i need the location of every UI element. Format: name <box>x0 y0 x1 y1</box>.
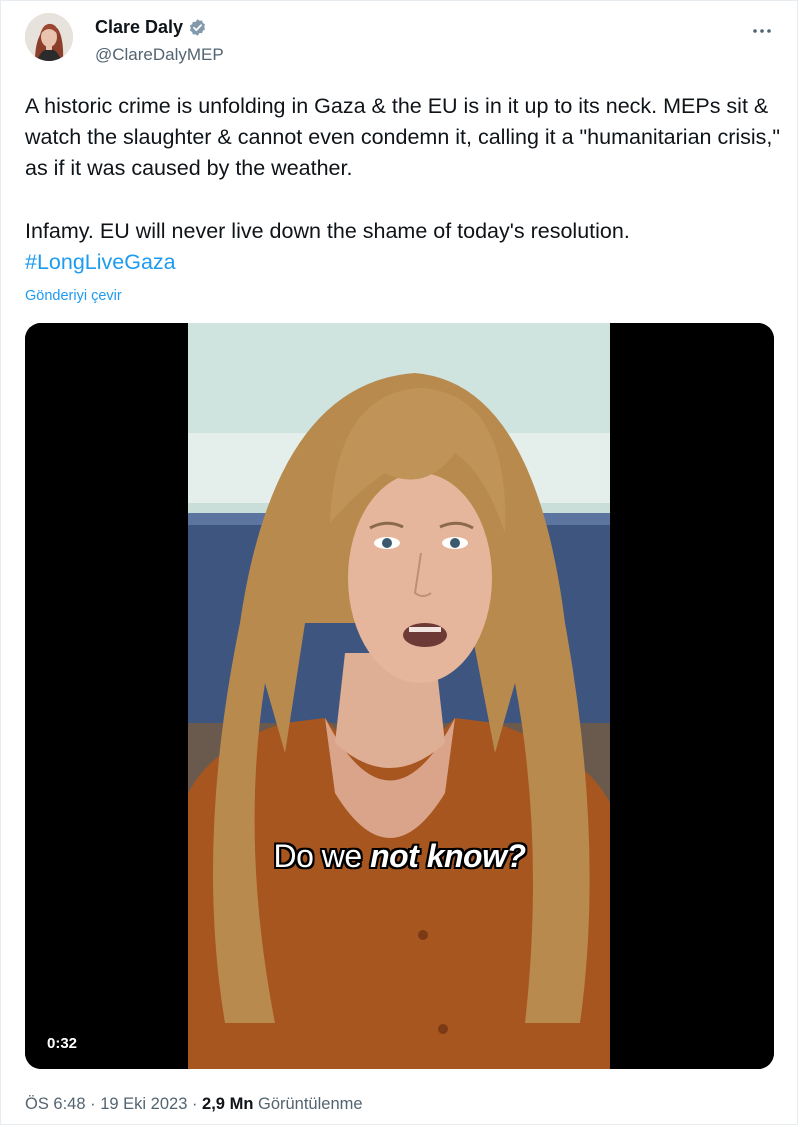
tweet-metadata: ÖS 6:48 · 19 Eki 2023 · 2,9 Mn Görüntüle… <box>25 1095 363 1114</box>
video-player[interactable]: Do we not know? 0:32 <box>25 323 774 1069</box>
meta-separator: · <box>85 1095 101 1113</box>
tweet-paragraph-1: A historic crime is unfolding in Gaza & … <box>25 94 781 180</box>
tweet-paragraph-2: Infamy. EU will never live down the sham… <box>25 219 630 243</box>
more-options-button[interactable] <box>747 15 777 45</box>
meta-separator: · <box>187 1095 203 1113</box>
avatar[interactable] <box>25 13 73 61</box>
author-display-name[interactable]: Clare Daly <box>95 17 183 38</box>
views-count: 2,9 Mn <box>202 1095 254 1113</box>
tweet-text: A historic crime is unfolding in Gaza & … <box>25 91 785 278</box>
verified-badge-icon <box>188 18 207 37</box>
subtitle-plain-text: Do we <box>273 838 371 874</box>
video-subtitle: Do we not know? <box>25 838 774 875</box>
author-handle[interactable]: @ClareDalyMEP <box>95 45 224 65</box>
video-duration-badge: 0:32 <box>39 1032 86 1055</box>
views-label: Görüntülenme <box>253 1095 363 1113</box>
tweet-date[interactable]: 19 Eki 2023 <box>100 1095 187 1113</box>
tweet-card: Clare Daly @ClareDalyMEP A historic crim… <box>0 0 798 1125</box>
ellipsis-icon <box>752 21 772 39</box>
hashtag-link[interactable]: #LongLiveGaza <box>25 250 176 274</box>
translate-post-link[interactable]: Gönderiyi çevir <box>25 288 122 304</box>
author-name-row: Clare Daly <box>95 17 207 38</box>
tweet-time[interactable]: ÖS 6:48 <box>25 1095 86 1113</box>
subtitle-emphasis-text: not know? <box>370 838 526 874</box>
video-frame <box>25 323 774 1069</box>
